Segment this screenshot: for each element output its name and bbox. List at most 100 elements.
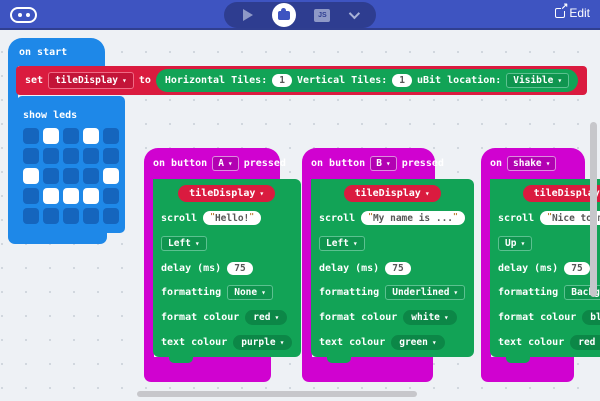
direction-dropdown[interactable]: Left — [161, 236, 207, 251]
delay-value-input[interactable]: 75 — [385, 262, 410, 275]
led-cell[interactable] — [83, 128, 99, 144]
play-icon[interactable] — [243, 9, 253, 21]
format-colour-label: format colour — [161, 312, 239, 323]
external-edit-icon — [555, 8, 565, 18]
led-cell[interactable] — [103, 168, 119, 184]
ubit-location-label: uBit location: — [417, 75, 501, 86]
tile-display-scroll-block[interactable]: tileDisplay scroll Nice to me Up delay (… — [490, 179, 600, 357]
header-bar: JS Edit — [0, 0, 600, 30]
led-grid — [23, 128, 119, 224]
tile-display-scroll-block[interactable]: tileDisplay scroll My name is ... Left d… — [311, 179, 474, 357]
on-start-label: on start — [19, 47, 67, 58]
microbit-logo-icon[interactable] — [10, 7, 37, 23]
led-cell[interactable] — [103, 208, 119, 224]
vertical-scrollbar[interactable] — [590, 122, 597, 297]
event-header[interactable]: on shake — [481, 148, 585, 179]
formatting-dropdown[interactable]: None — [227, 285, 273, 300]
event-bottom — [302, 357, 433, 382]
formatting-dropdown[interactable]: Underlined — [385, 285, 465, 300]
set-variable-block[interactable]: set tileDisplay to Horizontal Tiles: 1 V… — [16, 66, 587, 95]
set-label: set — [25, 75, 43, 86]
variable-pill-dropdown[interactable]: tileDisplay — [178, 185, 275, 202]
javascript-view-button[interactable]: JS — [314, 9, 330, 22]
vertical-tiles-label: Vertical Tiles: — [297, 75, 387, 86]
button-dropdown[interactable]: A — [212, 156, 239, 171]
text-colour-dropdown[interactable]: red — [570, 335, 600, 350]
edit-button[interactable]: Edit — [555, 6, 590, 20]
event-prefix-label: on button — [153, 158, 207, 169]
vertical-tiles-value[interactable]: 1 — [392, 74, 412, 87]
delay-label: delay (ms) — [319, 263, 379, 274]
button-dropdown[interactable]: B — [370, 156, 397, 171]
direction-dropdown[interactable]: Left — [319, 236, 365, 251]
scroll-label: scroll — [498, 213, 534, 224]
format-colour-dropdown[interactable]: red — [245, 310, 287, 325]
led-cell[interactable] — [83, 168, 99, 184]
event-header[interactable]: on button A pressed — [144, 148, 280, 179]
blocks-workspace[interactable]: on start set tileDisplay to Horizontal T… — [0, 30, 600, 401]
gesture-dropdown[interactable]: shake — [507, 156, 556, 171]
simulator-controls: JS — [224, 2, 376, 28]
event-prefix-label: on button — [311, 158, 365, 169]
ubit-location-dropdown[interactable]: Visible — [506, 73, 569, 88]
event-bottom — [144, 357, 271, 382]
led-cell[interactable] — [43, 128, 59, 144]
led-cell[interactable] — [43, 148, 59, 164]
logo-eye-icon — [26, 13, 30, 17]
led-cell[interactable] — [103, 188, 119, 204]
led-cell[interactable] — [43, 208, 59, 224]
show-leds-label: show leds — [23, 110, 77, 121]
led-cell[interactable] — [63, 208, 79, 224]
led-cell[interactable] — [63, 128, 79, 144]
show-leds-block[interactable]: show leds — [17, 96, 125, 233]
variable-dropdown[interactable]: tileDisplay — [48, 72, 134, 89]
event-header[interactable]: on button B pressed — [302, 148, 435, 179]
text-colour-label: text colour — [319, 337, 385, 348]
led-cell[interactable] — [103, 148, 119, 164]
led-cell[interactable] — [43, 168, 59, 184]
scroll-text-input[interactable]: My name is ... — [361, 211, 465, 225]
delay-label: delay (ms) — [161, 263, 221, 274]
event-prefix-label: on — [490, 158, 502, 169]
direction-dropdown[interactable]: Up — [498, 236, 532, 251]
to-label: to — [139, 75, 151, 86]
horizontal-scrollbar[interactable] — [137, 391, 417, 397]
format-colour-dropdown[interactable]: blue — [582, 310, 600, 325]
puzzle-icon — [278, 11, 290, 20]
blocks-view-button[interactable] — [272, 3, 296, 27]
delay-value-input[interactable]: 75 — [564, 262, 589, 275]
edit-label: Edit — [569, 6, 590, 20]
variable-pill-dropdown[interactable]: tileDisplay — [523, 185, 600, 202]
format-colour-label: format colour — [498, 312, 576, 323]
logo-eye-icon — [18, 13, 22, 17]
text-colour-dropdown[interactable]: purple — [233, 335, 292, 350]
led-cell[interactable] — [23, 128, 39, 144]
led-cell[interactable] — [83, 148, 99, 164]
formatting-label: formatting — [319, 287, 379, 298]
led-cell[interactable] — [23, 168, 39, 184]
delay-value-input[interactable]: 75 — [227, 262, 252, 275]
text-colour-dropdown[interactable]: green — [391, 335, 444, 350]
led-cell[interactable] — [43, 188, 59, 204]
formatting-label: formatting — [498, 287, 558, 298]
scroll-text-input[interactable]: Hello! — [203, 211, 261, 225]
led-cell[interactable] — [23, 208, 39, 224]
variable-pill-dropdown[interactable]: tileDisplay — [344, 185, 441, 202]
led-cell[interactable] — [23, 148, 39, 164]
led-cell[interactable] — [103, 128, 119, 144]
led-cell[interactable] — [63, 168, 79, 184]
chevron-down-icon[interactable] — [349, 8, 360, 19]
led-cell[interactable] — [63, 188, 79, 204]
led-cell[interactable] — [23, 188, 39, 204]
horizontal-tiles-label: Horizontal Tiles: — [165, 75, 267, 86]
tile-display-create-block[interactable]: Horizontal Tiles: 1 Vertical Tiles: 1 uB… — [156, 69, 578, 92]
text-colour-label: text colour — [161, 337, 227, 348]
led-cell[interactable] — [63, 148, 79, 164]
led-cell[interactable] — [83, 188, 99, 204]
on-start-block[interactable]: on start — [8, 38, 105, 66]
tile-display-scroll-block[interactable]: tileDisplay scroll Hello! Left delay (ms… — [153, 179, 301, 357]
format-colour-dropdown[interactable]: white — [403, 310, 456, 325]
horizontal-tiles-value[interactable]: 1 — [272, 74, 292, 87]
led-cell[interactable] — [83, 208, 99, 224]
scroll-label: scroll — [161, 213, 197, 224]
